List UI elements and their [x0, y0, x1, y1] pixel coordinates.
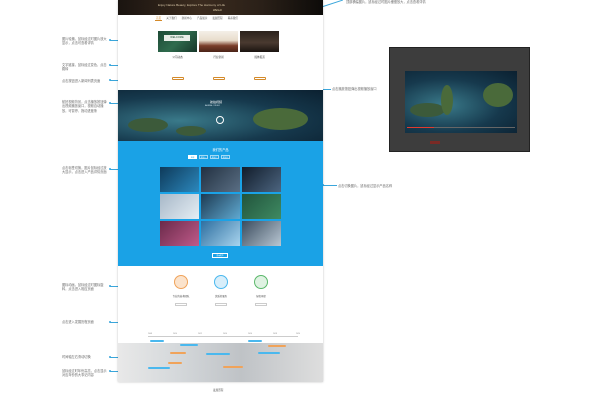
product-tile[interactable] — [242, 221, 281, 246]
feature-button[interactable] — [255, 303, 267, 306]
note-product-grid: 点击切换图片，鼠标经过显示产品名称 — [338, 184, 393, 188]
footer-label: 发展历程 — [213, 389, 224, 392]
timeline-year[interactable]: 2010 — [173, 333, 177, 335]
photo-media-report[interactable] — [240, 31, 279, 52]
tab-category-1[interactable]: 类别一 — [199, 155, 208, 159]
note-photo-carousel: 图片轮播，鼠标经过时图片放大显示，点击可查看详情 — [62, 37, 107, 46]
feature-button[interactable] — [215, 303, 227, 306]
product-grid — [160, 167, 281, 246]
island-shape — [253, 108, 308, 130]
product-tile[interactable] — [160, 167, 199, 192]
banner-slogan: Enjoy Nature Beauty, Explore The Harmony… — [158, 3, 226, 7]
more-button[interactable] — [213, 77, 225, 80]
top-banner[interactable]: Enjoy Nature Beauty, Explore The Harmony… — [118, 0, 323, 15]
video-seek-bar[interactable] — [407, 127, 515, 128]
connector-dot — [109, 321, 111, 323]
product-tabs: 全部 类别一 类别二 类别三 — [188, 155, 230, 159]
note-aerial-video: 航拍视频背景，点击播放按钮弹出视频播放窗口，视频自动播放，可暂停、拖动进度条 — [62, 100, 107, 113]
note-timeline-slide: 时间轴左右滑动切换 — [62, 355, 91, 359]
product-tile[interactable] — [242, 194, 281, 219]
note-product-tabs: 点击标签切换，图片鼠标经过放大显示，点击进入产品详情页面 — [62, 166, 107, 175]
note-news-button: 点击按钮进入新闻列表页面 — [62, 79, 101, 83]
connector-dot — [109, 102, 111, 104]
close-button[interactable] — [430, 141, 440, 144]
product-tile[interactable] — [160, 194, 199, 219]
more-button[interactable] — [172, 77, 184, 80]
photo-industry-news[interactable] — [199, 31, 238, 52]
connector-line — [323, 89, 331, 90]
team-icon — [174, 275, 188, 289]
nav-item-news[interactable]: 新闻中心 — [181, 16, 193, 21]
aerial-subtitle: AERIAL VIDEO — [205, 105, 221, 107]
aerial-video-banner[interactable]: 航拍视频 AERIAL VIDEO — [118, 90, 323, 141]
nav-item-contact[interactable]: 联系我们 — [227, 16, 239, 21]
product-tile[interactable] — [201, 167, 240, 192]
connector-dot — [109, 79, 111, 81]
video-player-popup[interactable] — [389, 47, 530, 152]
photo-sign: WELCOME — [164, 35, 190, 41]
tab-category-3[interactable]: 类别三 — [221, 155, 230, 159]
connector-dot — [109, 168, 111, 170]
leaf-icon — [254, 275, 268, 289]
main-nav: 首页 关于我们 新闻中心 产品展示 发展历程 联系我们 — [155, 16, 239, 21]
tab-category-2[interactable]: 类别二 — [210, 155, 219, 159]
note-history-button: 点击进入发展历程页面 — [62, 320, 94, 324]
connector-dot — [109, 356, 111, 358]
island-shape — [176, 126, 206, 136]
connector-line — [323, 185, 337, 186]
timeline-axis[interactable] — [148, 336, 298, 337]
history-background — [118, 343, 323, 382]
feature-title: 绿色环保 — [256, 295, 266, 298]
feature-button[interactable] — [175, 303, 187, 306]
photo-caption[interactable]: 媒体报道 — [240, 55, 279, 59]
product-tile[interactable] — [242, 167, 281, 192]
products-section: 我们的产品 全部 类别一 类别二 类别三 查看更多 — [118, 141, 323, 266]
feature-item[interactable]: 绿色环保 — [238, 275, 284, 306]
product-tile[interactable] — [201, 194, 240, 219]
island-shape — [441, 85, 453, 115]
timeline-year[interactable]: 2020 — [296, 333, 300, 335]
connector-dot — [109, 285, 111, 287]
connector-line — [319, 0, 343, 8]
photo-row: WELCOME — [158, 31, 279, 52]
nav-item-products[interactable]: 产品展示 — [196, 16, 208, 21]
nav-item-about[interactable]: 关于我们 — [165, 16, 177, 21]
products-title: 我们的产品 — [212, 148, 229, 152]
timeline-year[interactable]: 2012 — [198, 333, 202, 335]
timeline-year[interactable]: 2014 — [223, 333, 227, 335]
photo-caption[interactable]: 公司动态 — [158, 55, 197, 59]
seek-progress — [407, 127, 434, 128]
photo-caption[interactable]: 行业新闻 — [199, 55, 238, 59]
timeline-year[interactable]: 2008 — [148, 333, 152, 335]
service-icon — [214, 275, 228, 289]
island-shape — [128, 118, 168, 132]
play-button-icon[interactable] — [216, 116, 224, 124]
nav-item-home[interactable]: 首页 — [155, 16, 163, 21]
connector-dot — [109, 39, 111, 41]
aerial-title: 航拍视频 — [210, 100, 223, 104]
island-shape — [483, 83, 513, 107]
timeline-year[interactable]: 2016 — [248, 333, 252, 335]
note-top-banner: 顶部横幅图片，鼠标经过时图片缓慢放大，点击查看详情 — [346, 0, 426, 4]
more-button[interactable] — [254, 77, 266, 80]
connector-dot — [109, 64, 111, 66]
banner-logo: WEILAI — [213, 9, 222, 12]
connector-dot — [109, 370, 111, 372]
product-tile[interactable] — [201, 221, 240, 246]
note-feature-icons: 图标动画，鼠标经过时图标旋转，点击进入相应页面 — [62, 283, 104, 292]
photo-company-news[interactable]: WELCOME — [158, 31, 197, 52]
video-frame — [405, 71, 517, 133]
nav-item-history[interactable]: 发展历程 — [211, 16, 223, 21]
page-mockup: Enjoy Nature Beauty, Explore The Harmony… — [118, 0, 323, 382]
product-tile[interactable] — [160, 221, 199, 246]
note-text-links: 文字链接，鼠标经过变色，点击跳转 — [62, 63, 107, 72]
timeline-year[interactable]: 2018 — [273, 333, 277, 335]
note-play-popup: 点击播放按钮弹出视频播放窗口 — [332, 87, 377, 91]
island-shape — [410, 103, 445, 117]
tab-all[interactable]: 全部 — [188, 155, 197, 159]
products-more-button[interactable]: 查看更多 — [212, 253, 228, 258]
note-timeline-years: 鼠标经过时年份高亮，点击显示对应年份的大事记内容 — [62, 369, 107, 378]
